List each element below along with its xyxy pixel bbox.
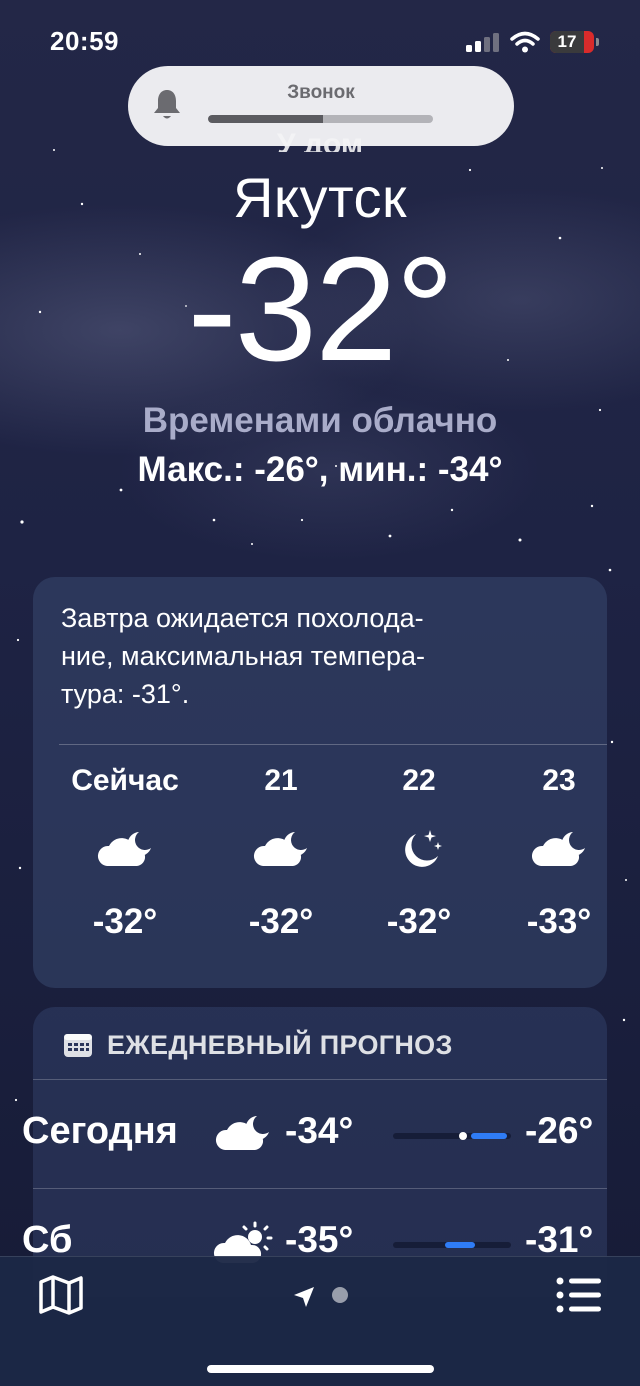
current-temperature: -32° — [187, 227, 454, 392]
cloud-moon-icon — [531, 832, 585, 866]
battery-icon: 17 — [550, 31, 594, 53]
battery-cap — [596, 38, 599, 46]
day-high-temperature: -26° — [525, 1110, 594, 1151]
temperature-range-fill — [471, 1133, 507, 1139]
day-low-temperature: -35° — [285, 1219, 354, 1260]
city-name: Якутск — [232, 166, 408, 229]
temperature-range-bar — [393, 1132, 511, 1140]
hour-label: 23 — [542, 764, 576, 797]
hourly-item: Сейчас -32° — [55, 764, 195, 942]
home-indicator[interactable] — [207, 1365, 434, 1373]
cellular-signal-icon — [466, 33, 499, 52]
hourly-item: 22 -32° — [349, 764, 489, 942]
status-time: 20:59 — [50, 26, 119, 56]
daily-divider — [33, 1079, 607, 1080]
cloud-moon-icon — [97, 832, 151, 866]
cloud-moon-icon — [215, 1116, 269, 1150]
bottom-toolbar — [0, 1256, 640, 1386]
location-arrow-icon[interactable] — [292, 1285, 316, 1309]
daily-row[interactable]: Сегодня -34° -26° — [0, 1110, 640, 1170]
temperature-range-bar — [393, 1242, 511, 1248]
current-temperature-dot — [459, 1132, 467, 1140]
moon-stars-icon — [405, 830, 442, 867]
temperature-range-fill — [445, 1242, 475, 1248]
daily-forecast-header: ЕЖЕДНЕВНЫЙ ПРОГНОЗ — [63, 1027, 453, 1063]
day-name: Сегодня — [22, 1110, 178, 1152]
hour-temperature: -33° — [526, 902, 592, 941]
battery-level: 17 — [550, 31, 584, 53]
day-high-temperature: -31° — [525, 1219, 594, 1260]
calendar-icon — [64, 1034, 92, 1057]
page-dot[interactable] — [332, 1287, 348, 1303]
ringer-volume-hud: Звонок — [128, 66, 514, 146]
hourly-item: 23 -33° — [489, 764, 629, 942]
hour-temperature: -32° — [386, 902, 452, 941]
bell-icon — [154, 90, 180, 119]
volume-slider[interactable] — [208, 115, 433, 123]
volume-slider-fill — [208, 115, 323, 123]
map-icon[interactable] — [38, 1275, 84, 1315]
high-low-temperature: Макс.: -26°, мин.: -34° — [137, 450, 503, 489]
weather-condition: Временами облачно — [142, 401, 498, 440]
card-divider — [59, 744, 607, 745]
hud-label: Звонок — [287, 82, 355, 103]
hour-label: Сейчас — [71, 764, 179, 797]
forecast-summary: Завтра ожидается похолода- ние, максимал… — [61, 603, 426, 709]
hourly-item: 21 -32° — [211, 764, 351, 942]
wifi-icon — [510, 31, 540, 53]
daily-forecast-title: ЕЖЕДНЕВНЫЙ ПРОГНОЗ — [107, 1029, 453, 1060]
list-icon[interactable] — [556, 1277, 602, 1313]
hour-temperature: -32° — [92, 902, 158, 941]
hourly-forecast-card[interactable]: Завтра ожидается похолода- ние, максимал… — [33, 577, 607, 988]
day-low-temperature: -34° — [285, 1110, 354, 1151]
cloud-moon-icon — [253, 832, 307, 866]
hour-label: 21 — [264, 764, 298, 797]
hour-label: 22 — [402, 764, 436, 797]
hour-temperature: -32° — [248, 902, 314, 941]
daily-divider — [33, 1188, 607, 1189]
